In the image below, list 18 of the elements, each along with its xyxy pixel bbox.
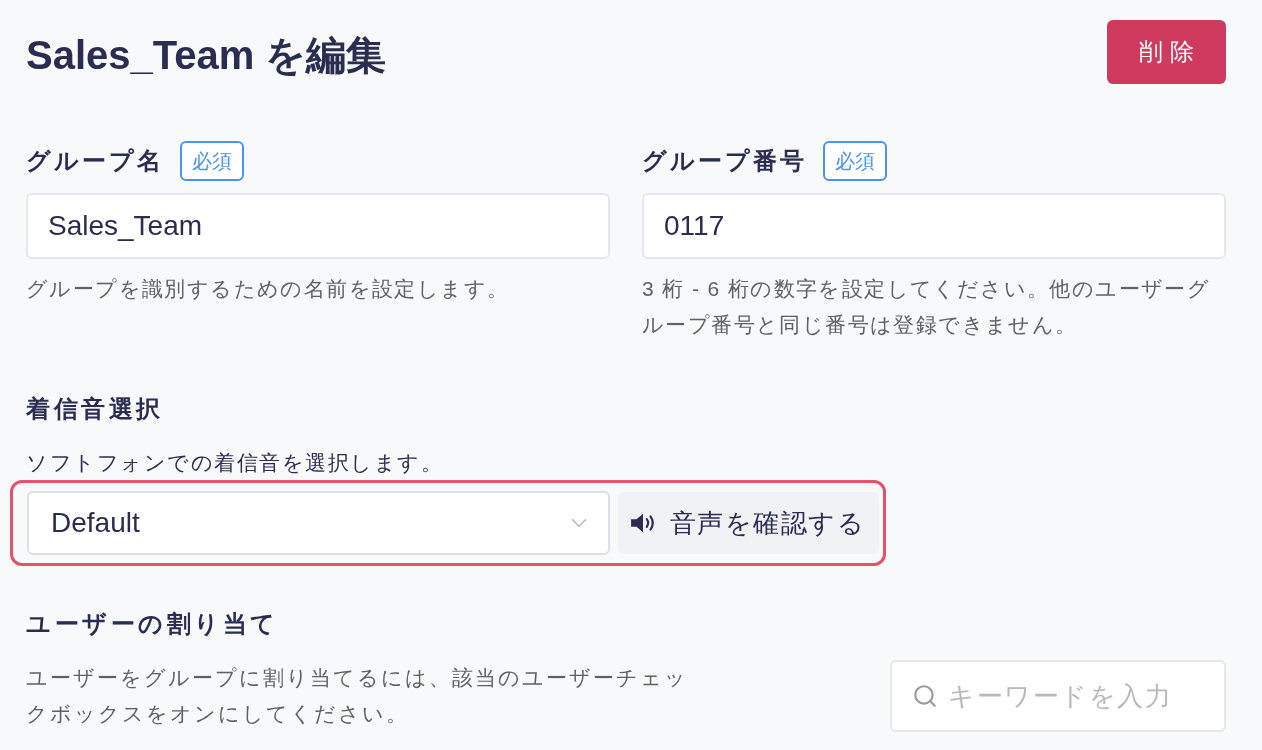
help-text: グループを識別するための名前を設定します。: [26, 276, 511, 302]
speaker-icon: [629, 512, 656, 534]
field-label: グループ番号: [642, 146, 807, 176]
ringtone-select[interactable]: Default: [27, 491, 610, 555]
section-description: ユーザーをグループに割り当てるには、該当のユーザーチェックボックスをオンにしてください。: [26, 665, 689, 727]
required-badge: 必須: [180, 141, 244, 181]
help-text: 3 桁 - 6 桁の数字を設定してください。他のユーザーグループ番号と同じ番号は登録できません。: [642, 276, 1212, 338]
text-input[interactable]: Sales_Team: [26, 193, 610, 259]
section-title: 着信音選択: [26, 394, 165, 424]
delete-button[interactable]: 削除: [1107, 20, 1226, 84]
required-badge: 必須: [823, 141, 887, 181]
field-label: グループ名: [26, 146, 164, 176]
page-title: Sales_Team を編集: [26, 35, 387, 75]
text-input[interactable]: 0117: [642, 193, 1226, 259]
section-description: ソフトフォンでの着信音を選択します。: [26, 450, 444, 476]
search-icon: [912, 683, 938, 709]
section-title: ユーザーの割り当て: [26, 609, 280, 639]
preview-sound-button[interactable]: 音声を確認する: [617, 492, 879, 554]
